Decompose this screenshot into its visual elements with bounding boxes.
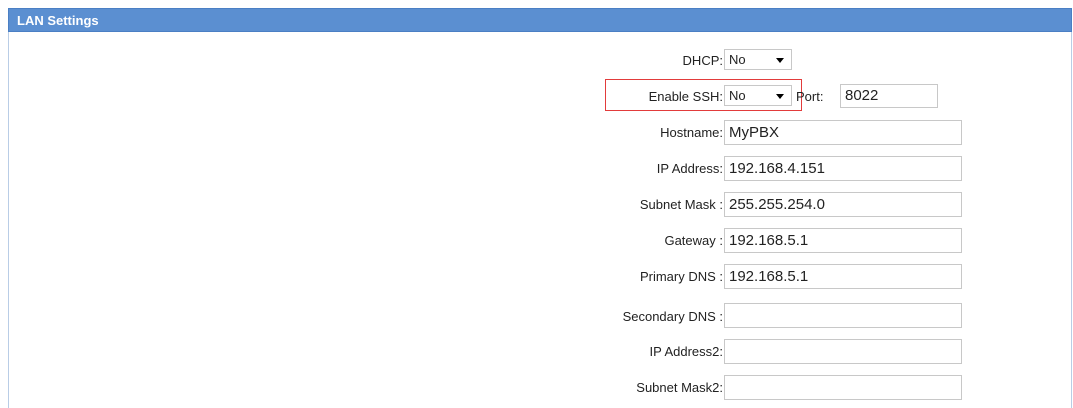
dhcp-select[interactable]: No — [724, 49, 792, 70]
hostname-value: MyPBX — [729, 124, 780, 141]
secondary-dns-label: Secondary DNS : — [622, 309, 723, 324]
dhcp-select-value: No — [729, 52, 746, 67]
chevron-down-icon — [776, 94, 784, 99]
subnet-mask2-input[interactable] — [724, 375, 962, 400]
panel-title: LAN Settings — [17, 13, 99, 28]
gateway-value: 192.168.5.1 — [729, 232, 809, 249]
subnet-mask-value: 255.255.254.0 — [729, 196, 825, 213]
port-label: Port: — [796, 89, 824, 104]
hostname-input[interactable]: MyPBX — [724, 120, 962, 145]
gateway-input[interactable]: 192.168.5.1 — [724, 228, 962, 253]
port-input-value: 8022 — [845, 87, 879, 104]
dhcp-label: DHCP: — [682, 53, 723, 68]
ssh-label: Enable SSH: — [648, 89, 723, 104]
ip-address-input[interactable]: 192.168.4.151 — [724, 156, 962, 181]
gateway-label: Gateway : — [664, 233, 723, 248]
subnet-mask-input[interactable]: 255.255.254.0 — [724, 192, 962, 217]
port-input[interactable]: 8022 — [840, 84, 938, 108]
ssh-select-value: No — [729, 88, 746, 103]
ip-address-value: 192.168.4.151 — [729, 160, 825, 177]
ip-address2-input[interactable] — [724, 339, 962, 364]
chevron-down-icon — [776, 58, 784, 63]
subnet-mask2-label: Subnet Mask2: — [636, 380, 723, 395]
secondary-dns-input[interactable] — [724, 303, 962, 328]
hostname-label: Hostname: — [660, 125, 723, 140]
primary-dns-label: Primary DNS : — [639, 269, 723, 284]
ip-address-label: IP Address: — [656, 161, 723, 176]
subnet-mask-label: Subnet Mask : — [639, 197, 723, 212]
ip-address2-label: IP Address2: — [649, 344, 723, 359]
primary-dns-value: 192.168.5.1 — [729, 268, 809, 285]
panel-header: LAN Settings — [8, 8, 1072, 32]
primary-dns-input[interactable]: 192.168.5.1 — [724, 264, 962, 289]
ssh-select[interactable]: No — [724, 85, 792, 106]
